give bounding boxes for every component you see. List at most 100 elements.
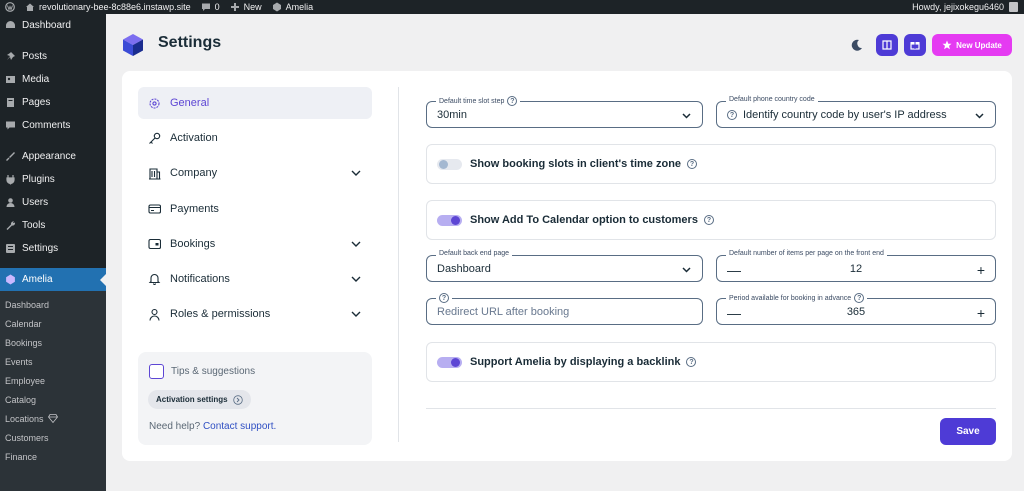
settings-nav-label: Roles & permissions <box>170 308 271 321</box>
help-icon[interactable]: ? <box>703 215 714 225</box>
sidebar-item-users[interactable]: Users <box>0 191 106 214</box>
tips-header: Tips & suggestions <box>149 364 255 379</box>
submenu-item-catalog[interactable]: Catalog <box>0 390 106 409</box>
calendar-toggle[interactable] <box>437 215 462 226</box>
sidebar-item-plugins[interactable]: Plugins <box>0 168 106 191</box>
amelia-admin-link[interactable]: Amelia <box>267 0 319 14</box>
page-header: Settings New Update <box>106 14 1024 72</box>
submenu-item-employee[interactable]: Employee <box>0 371 106 390</box>
comments-count: 0 <box>214 2 220 12</box>
help-icon[interactable]: ? <box>687 159 698 169</box>
gear-icon <box>149 97 160 109</box>
sidebar-item-media[interactable]: Media <box>0 68 106 91</box>
wrench-icon <box>6 221 16 230</box>
wordpress-icon <box>5 2 15 12</box>
dark-mode-button[interactable] <box>846 34 868 56</box>
settings-nav-label: Company <box>170 167 218 180</box>
new-content-link[interactable]: New <box>225 0 267 14</box>
sidebar-item-label: Tools <box>22 220 46 231</box>
sidebar-item-amelia[interactable]: Amelia <box>0 268 106 291</box>
phone-country-select[interactable]: Default phone country code ? Identify co… <box>716 96 996 128</box>
sidebar-item-tools[interactable]: Tools <box>0 214 106 237</box>
sidebar-item-label: Plugins <box>22 174 55 185</box>
sidebar-item-appearance[interactable]: Appearance <box>0 145 106 168</box>
sidebar-item-label: Posts <box>22 51 48 62</box>
amelia-icon <box>6 274 15 285</box>
settings-nav: General Activation Company Payments Bookings… <box>138 87 372 333</box>
settings-nav-notifications[interactable]: Notifications <box>138 263 372 295</box>
chevron-down-icon[interactable] <box>350 167 362 179</box>
time-slot-select[interactable]: Default time slot step? 30min <box>426 96 703 128</box>
sidebar-item-comments[interactable]: Comments <box>0 114 106 137</box>
tips-panel: Tips & suggestions Activation settings N… <box>138 352 372 445</box>
chevron-down-icon <box>682 267 691 273</box>
settings-nav-general[interactable]: General <box>138 87 372 119</box>
submenu-item-bookings[interactable]: Bookings <box>0 333 106 352</box>
sidebar-item-posts[interactable]: Posts <box>0 45 106 68</box>
howdy-text: Howdy, jejixokegu6460 <box>912 2 1004 12</box>
backlink-toggle[interactable] <box>437 357 462 368</box>
back-end-page-select[interactable]: Default back end page Dashboard <box>426 250 703 282</box>
save-button[interactable]: Save <box>940 418 996 445</box>
settings-nav-label: Bookings <box>170 237 216 250</box>
submenu-item-calendar[interactable]: Calendar <box>0 314 106 333</box>
redirect-url-help: ? <box>436 293 452 303</box>
booking-period-label: Period available for booking in advance? <box>726 293 868 303</box>
chevron-down-icon[interactable] <box>350 308 362 320</box>
help-icon[interactable]: ? <box>686 357 697 367</box>
plug-icon <box>6 175 15 185</box>
settings-nav-payments[interactable]: Payments <box>138 193 372 225</box>
site-name-link[interactable]: revolutionary-bee-8c88e6.instawp.site <box>20 0 196 14</box>
whats-new-button[interactable] <box>904 34 926 56</box>
redirect-url-field[interactable]: ? Redirect URL after booking <box>426 293 703 325</box>
sidebar-item-label: Users <box>22 197 49 208</box>
submenu-item-label: Bookings <box>5 337 43 348</box>
activation-settings-chip[interactable]: Activation settings <box>148 390 251 409</box>
increment-button[interactable]: + <box>977 305 985 321</box>
amelia-logo <box>123 34 143 56</box>
tips-title: Tips & suggestions <box>171 366 256 377</box>
timezone-toggle[interactable] <box>437 159 462 170</box>
booking-period-value: 365 <box>846 306 866 318</box>
sidebar-item-label: Comments <box>22 120 71 131</box>
submenu-item-customers[interactable]: Customers <box>0 428 106 447</box>
increment-button[interactable]: + <box>977 262 985 278</box>
main-content: Settings New Update General Activation Com… <box>106 14 1024 478</box>
sidebar-item-dashboard[interactable]: Dashboard <box>0 14 106 37</box>
submenu-item-label: Events <box>5 356 33 367</box>
documentation-button[interactable] <box>876 34 898 56</box>
contact-support-link[interactable]: Contact support. <box>203 421 276 432</box>
amelia-label: Amelia <box>285 2 314 12</box>
help-icon[interactable]: ? <box>507 96 518 106</box>
items-per-page-value: 12 <box>849 263 863 275</box>
settings-nav-company[interactable]: Company <box>138 157 372 189</box>
chevron-down-icon[interactable] <box>350 273 362 285</box>
submenu-item-finance[interactable]: Finance <box>0 447 106 466</box>
timezone-toggle-label: Show booking slots in client's time zone… <box>470 158 698 170</box>
phone-code-label: Default phone country code <box>726 96 818 103</box>
submenu-item-label: Customers <box>5 432 49 443</box>
sidebar-item-settings[interactable]: Settings <box>0 237 106 260</box>
chevron-down-icon[interactable] <box>350 238 362 250</box>
settings-nav-activation[interactable]: Activation <box>138 122 372 154</box>
settings-nav-roles-permissions[interactable]: Roles & permissions <box>138 298 372 330</box>
wordpress-logo[interactable] <box>0 0 20 14</box>
booking-period-stepper[interactable]: Period available for booking in advance?… <box>716 293 996 325</box>
help-icon[interactable]: ? <box>854 293 865 303</box>
comments-link[interactable]: 0 <box>196 0 225 14</box>
new-update-button[interactable]: New Update <box>932 34 1012 56</box>
submenu-item-label: Catalog <box>5 394 37 405</box>
help-icon[interactable]: ? <box>439 293 449 303</box>
backlink-toggle-label: Support Amelia by displaying a backlink? <box>470 356 697 368</box>
settings-nav-bookings[interactable]: Bookings <box>138 228 372 260</box>
submenu-item-dashboard[interactable]: Dashboard <box>0 295 106 314</box>
items-per-page-stepper[interactable]: Default number of items per page on the … <box>716 250 996 282</box>
sidebar-item-pages[interactable]: Pages <box>0 91 106 114</box>
submenu-item-events[interactable]: Events <box>0 352 106 371</box>
submenu-item-locations[interactable]: Locations <box>0 409 106 428</box>
comment-icon <box>6 121 15 130</box>
items-per-page-label: Default number of items per page on the … <box>726 250 887 257</box>
submenu-item-label: Dashboard <box>5 299 50 310</box>
book-icon <box>882 40 892 50</box>
my-account[interactable]: Howdy, jejixokegu6460 <box>907 0 1024 14</box>
